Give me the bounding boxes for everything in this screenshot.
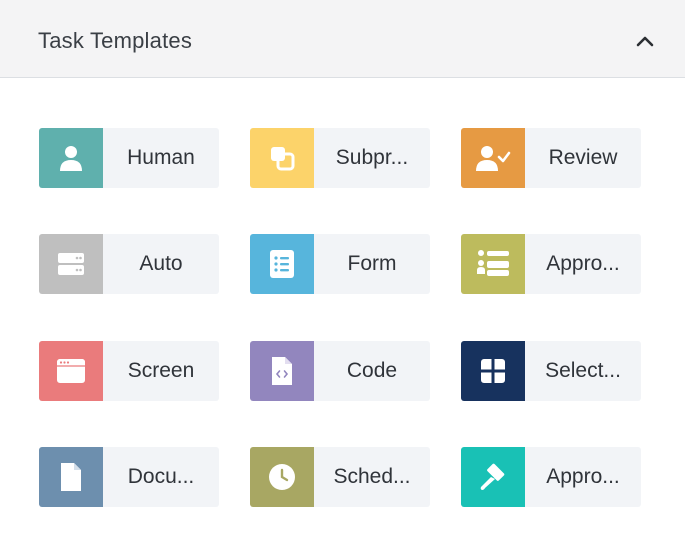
template-icon-tile xyxy=(39,447,103,507)
panel-title: Task Templates xyxy=(38,28,193,53)
template-label: Auto xyxy=(103,234,219,294)
template-icon-tile xyxy=(250,128,314,188)
template-human[interactable]: Human xyxy=(39,128,219,188)
collapse-button[interactable] xyxy=(628,28,662,54)
template-approval-list[interactable]: Appro... xyxy=(461,234,641,294)
template-code[interactable]: Code xyxy=(250,341,430,401)
template-screen[interactable]: Screen xyxy=(39,341,219,401)
user-icon xyxy=(60,146,82,171)
chevron-up-icon xyxy=(636,36,654,47)
template-label: Appro... xyxy=(525,447,641,507)
clock-icon xyxy=(269,464,295,490)
template-icon-tile xyxy=(39,234,103,294)
template-icon-tile xyxy=(250,234,314,294)
template-icon-tile xyxy=(39,341,103,401)
template-approval[interactable]: Appro... xyxy=(461,447,641,507)
server-icon xyxy=(58,253,84,275)
template-label: Screen xyxy=(103,341,219,401)
template-icon-tile xyxy=(250,341,314,401)
window-icon xyxy=(57,359,85,383)
form-list-icon xyxy=(270,250,294,278)
template-review[interactable]: Review xyxy=(461,128,641,188)
template-document[interactable]: Docu... xyxy=(39,447,219,507)
template-label: Human xyxy=(103,128,219,188)
template-icon-tile xyxy=(39,128,103,188)
template-icon-tile xyxy=(461,447,525,507)
template-auto[interactable]: Auto xyxy=(39,234,219,294)
template-label: Subpr... xyxy=(314,128,430,188)
template-select[interactable]: Select... xyxy=(461,341,641,401)
template-icon-tile xyxy=(461,341,525,401)
template-icon-tile xyxy=(461,128,525,188)
code-file-icon xyxy=(272,357,292,385)
template-label: Form xyxy=(314,234,430,294)
template-label: Code xyxy=(314,341,430,401)
template-icon-tile xyxy=(461,234,525,294)
user-check-icon xyxy=(476,146,511,171)
gavel-icon xyxy=(480,463,505,490)
template-label: Select... xyxy=(525,341,641,401)
template-label: Sched... xyxy=(314,447,430,507)
panel-header: Task Templates xyxy=(0,0,685,78)
template-schedule[interactable]: Sched... xyxy=(250,447,430,507)
template-label: Appro... xyxy=(525,234,641,294)
document-icon xyxy=(61,463,81,491)
template-icon-tile xyxy=(250,447,314,507)
subprocess-icon xyxy=(271,147,295,171)
template-subprocess[interactable]: Subpr... xyxy=(250,128,430,188)
template-label: Review xyxy=(525,128,641,188)
template-label: Docu... xyxy=(103,447,219,507)
grid-icon xyxy=(481,359,505,383)
template-form[interactable]: Form xyxy=(250,234,430,294)
approval-list-icon xyxy=(477,250,509,276)
